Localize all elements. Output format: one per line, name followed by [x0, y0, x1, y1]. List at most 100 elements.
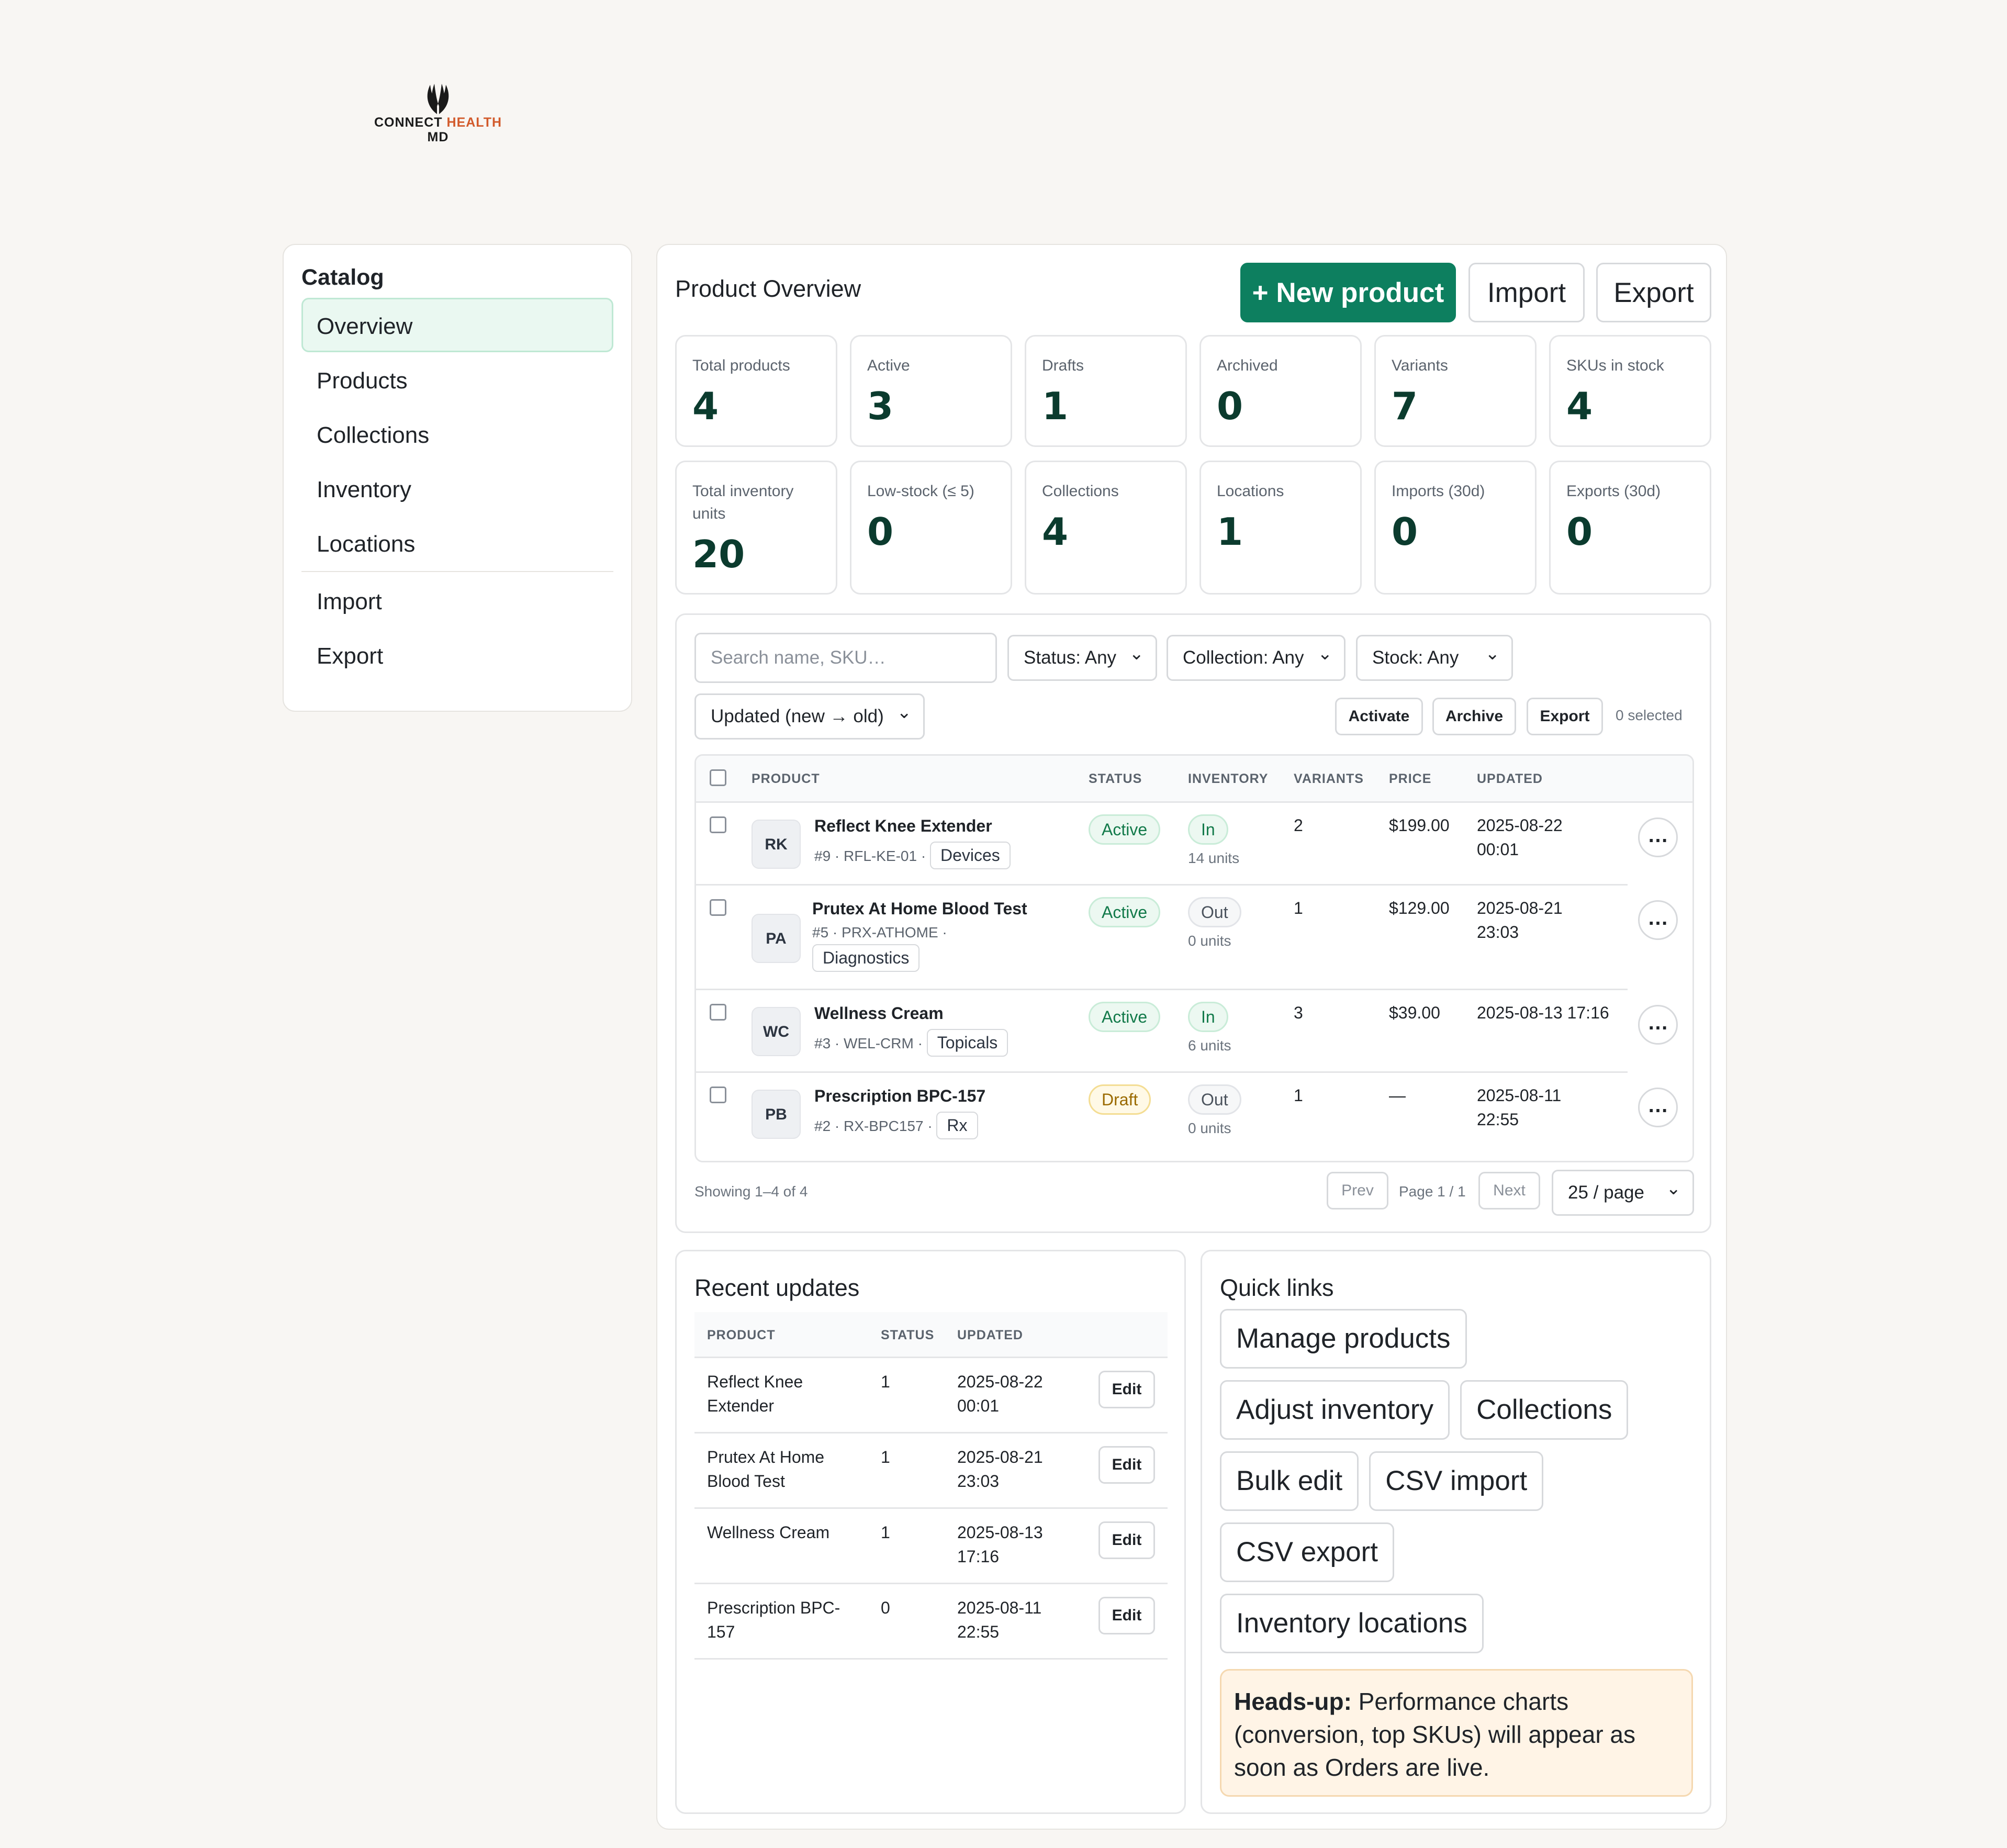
quick-link-collections[interactable]: Collections	[1460, 1380, 1629, 1440]
stock-units: 0 units	[1188, 933, 1231, 949]
next-page-button[interactable]: Next	[1478, 1172, 1540, 1209]
stock-badge: In	[1188, 1002, 1228, 1032]
collection-filter-select[interactable]: Collection: Any	[1167, 632, 1346, 681]
recent-row: Wellness Cream 1 2025-08-13 17:16 Edit	[694, 1509, 1168, 1584]
kpi-label: Variants	[1392, 357, 1448, 374]
quick-link-csv-export[interactable]: CSV export	[1220, 1522, 1395, 1582]
recent-updates-title: Recent updates	[694, 1274, 860, 1301]
row-actions-button[interactable]: …	[1638, 1088, 1678, 1127]
row-checkbox[interactable]	[710, 1087, 726, 1103]
kpi-value: 20	[692, 532, 745, 576]
flame-logo-icon	[427, 84, 449, 114]
variants-count: 2	[1294, 816, 1303, 835]
page-title: Product Overview	[675, 275, 861, 302]
brand-logo[interactable]: CONNECT HEALTH MD	[373, 73, 503, 144]
table-row[interactable]: WC Wellness Cream #3 · WEL-CRM · Topical…	[696, 990, 1692, 1073]
quick-link-manage-products[interactable]: Manage products	[1220, 1309, 1467, 1369]
export-button[interactable]: Export	[1596, 263, 1711, 322]
variants-count: 1	[1294, 899, 1303, 917]
kpi-total-products: Total products 4	[675, 335, 837, 447]
row-actions-button[interactable]: …	[1638, 1005, 1678, 1045]
quick-link-bulk-edit[interactable]: Bulk edit	[1220, 1451, 1359, 1511]
recent-updates-panel: Recent updates PRODUCT STATUS UPDATED Re…	[675, 1250, 1186, 1814]
table-row[interactable]: PA Prutex At Home Blood Test #5 · PRX-AT…	[696, 886, 1692, 990]
kpi-label: Locations	[1217, 483, 1284, 500]
price: $39.00	[1389, 1003, 1440, 1022]
sidebar-item-overview[interactable]: Overview	[301, 298, 613, 352]
row-checkbox[interactable]	[710, 816, 726, 833]
edit-button[interactable]: Edit	[1098, 1371, 1155, 1408]
product-name[interactable]: Prescription BPC-157	[814, 1087, 985, 1106]
sort-select[interactable]: Updated (new → old)	[694, 691, 925, 740]
per-page-select[interactable]: 25 / page	[1552, 1167, 1694, 1216]
product-name[interactable]: Prutex At Home Blood Test	[812, 899, 1027, 919]
select-all-checkbox[interactable]	[710, 769, 726, 786]
recent-product: Reflect Knee Extender	[707, 1372, 803, 1415]
kpi-label: Collections	[1042, 483, 1119, 500]
quick-links-list: Manage products Adjust inventory Collecti…	[1220, 1309, 1701, 1665]
product-avatar: RK	[752, 820, 801, 869]
row-checkbox[interactable]	[710, 899, 726, 916]
kpi-value: 7	[1392, 384, 1418, 428]
kpi-exports-30d: Exports (30d) 0	[1549, 461, 1711, 595]
quick-link-inventory-locations[interactable]: Inventory locations	[1220, 1594, 1484, 1653]
row-checkbox[interactable]	[710, 1004, 726, 1021]
row-actions-button[interactable]: …	[1638, 900, 1678, 940]
sidebar-item-locations[interactable]: Locations	[301, 516, 613, 570]
kpi-collections: Collections 4	[1025, 461, 1187, 595]
notice-heading: Heads-up:	[1234, 1688, 1352, 1715]
product-name[interactable]: Wellness Cream	[814, 1004, 944, 1023]
status-badge: Active	[1089, 1002, 1161, 1032]
recent-row: Prescription BPC-157 0 2025-08-11 22:55 …	[694, 1584, 1168, 1660]
collection-tag: Diagnostics	[812, 944, 920, 972]
stock-units: 0 units	[1188, 1120, 1231, 1136]
sidebar-item-import[interactable]: Import	[301, 573, 613, 628]
kpi-active: Active 3	[850, 335, 1012, 447]
kpi-low-stock: Low-stock (≤ 5) 0	[850, 461, 1012, 595]
sidebar-item-inventory[interactable]: Inventory	[301, 461, 613, 516]
stock-filter-select[interactable]: Stock: Any	[1356, 632, 1513, 681]
sidebar-item-products[interactable]: Products	[301, 352, 613, 407]
status-filter-select[interactable]: Status: Any	[1007, 632, 1157, 681]
search-input[interactable]: Search name, SKU…	[694, 633, 997, 683]
recent-updated: 2025-08-11 22:55	[957, 1598, 1042, 1641]
new-product-button[interactable]: + New product	[1240, 263, 1456, 322]
bulk-export-button[interactable]: Export	[1527, 698, 1603, 735]
kpi-archived: Archived 0	[1199, 335, 1362, 447]
per-page-value: 25 / page	[1568, 1182, 1644, 1203]
kpi-value: 4	[692, 384, 719, 428]
quick-link-adjust-inventory[interactable]: Adjust inventory	[1220, 1380, 1450, 1440]
recent-col-status: STATUS	[881, 1328, 935, 1342]
import-button[interactable]: Import	[1468, 263, 1585, 322]
kpi-locations: Locations 1	[1199, 461, 1362, 595]
kpi-value: 4	[1042, 510, 1069, 554]
activate-button[interactable]: Activate	[1335, 698, 1423, 735]
recent-row: Reflect Knee Extender 1 2025-08-22 00:01…	[694, 1358, 1168, 1433]
stock-badge: Out	[1188, 1084, 1241, 1115]
sidebar-item-export[interactable]: Export	[301, 628, 613, 682]
sidebar-item-collections[interactable]: Collections	[301, 407, 613, 461]
product-avatar: PA	[752, 914, 801, 963]
kpi-variants: Variants 7	[1374, 335, 1537, 447]
edit-button[interactable]: Edit	[1098, 1446, 1155, 1484]
collection-tag: Topicals	[926, 1029, 1008, 1057]
archive-button[interactable]: Archive	[1432, 698, 1516, 735]
product-name[interactable]: Reflect Knee Extender	[814, 816, 992, 836]
status-badge: Draft	[1089, 1084, 1151, 1115]
row-actions-button[interactable]: …	[1638, 817, 1678, 857]
quick-link-csv-import[interactable]: CSV import	[1369, 1451, 1544, 1511]
price: $129.00	[1389, 899, 1450, 917]
stock-badge: Out	[1188, 897, 1241, 927]
products-table: PRODUCT STATUS INVENTORY VARIANTS PRICE …	[694, 754, 1694, 1162]
kpi-label: Exports (30d)	[1566, 483, 1661, 500]
edit-button[interactable]: Edit	[1098, 1521, 1155, 1559]
table-row[interactable]: RK Reflect Knee Extender #9 · RFL-KE-01 …	[696, 803, 1692, 886]
col-price: PRICE	[1389, 771, 1432, 786]
selected-count: 0 selected	[1616, 707, 1683, 723]
product-sku: #5 · PRX-ATHOME ·	[812, 924, 947, 940]
kpi-value: 4	[1566, 384, 1593, 428]
recent-table-header: PRODUCT STATUS UPDATED	[694, 1312, 1168, 1358]
prev-page-button[interactable]: Prev	[1327, 1172, 1388, 1209]
edit-button[interactable]: Edit	[1098, 1597, 1155, 1634]
table-row[interactable]: PB Prescription BPC-157 #2 · RX-BPC157 ·…	[696, 1073, 1692, 1156]
